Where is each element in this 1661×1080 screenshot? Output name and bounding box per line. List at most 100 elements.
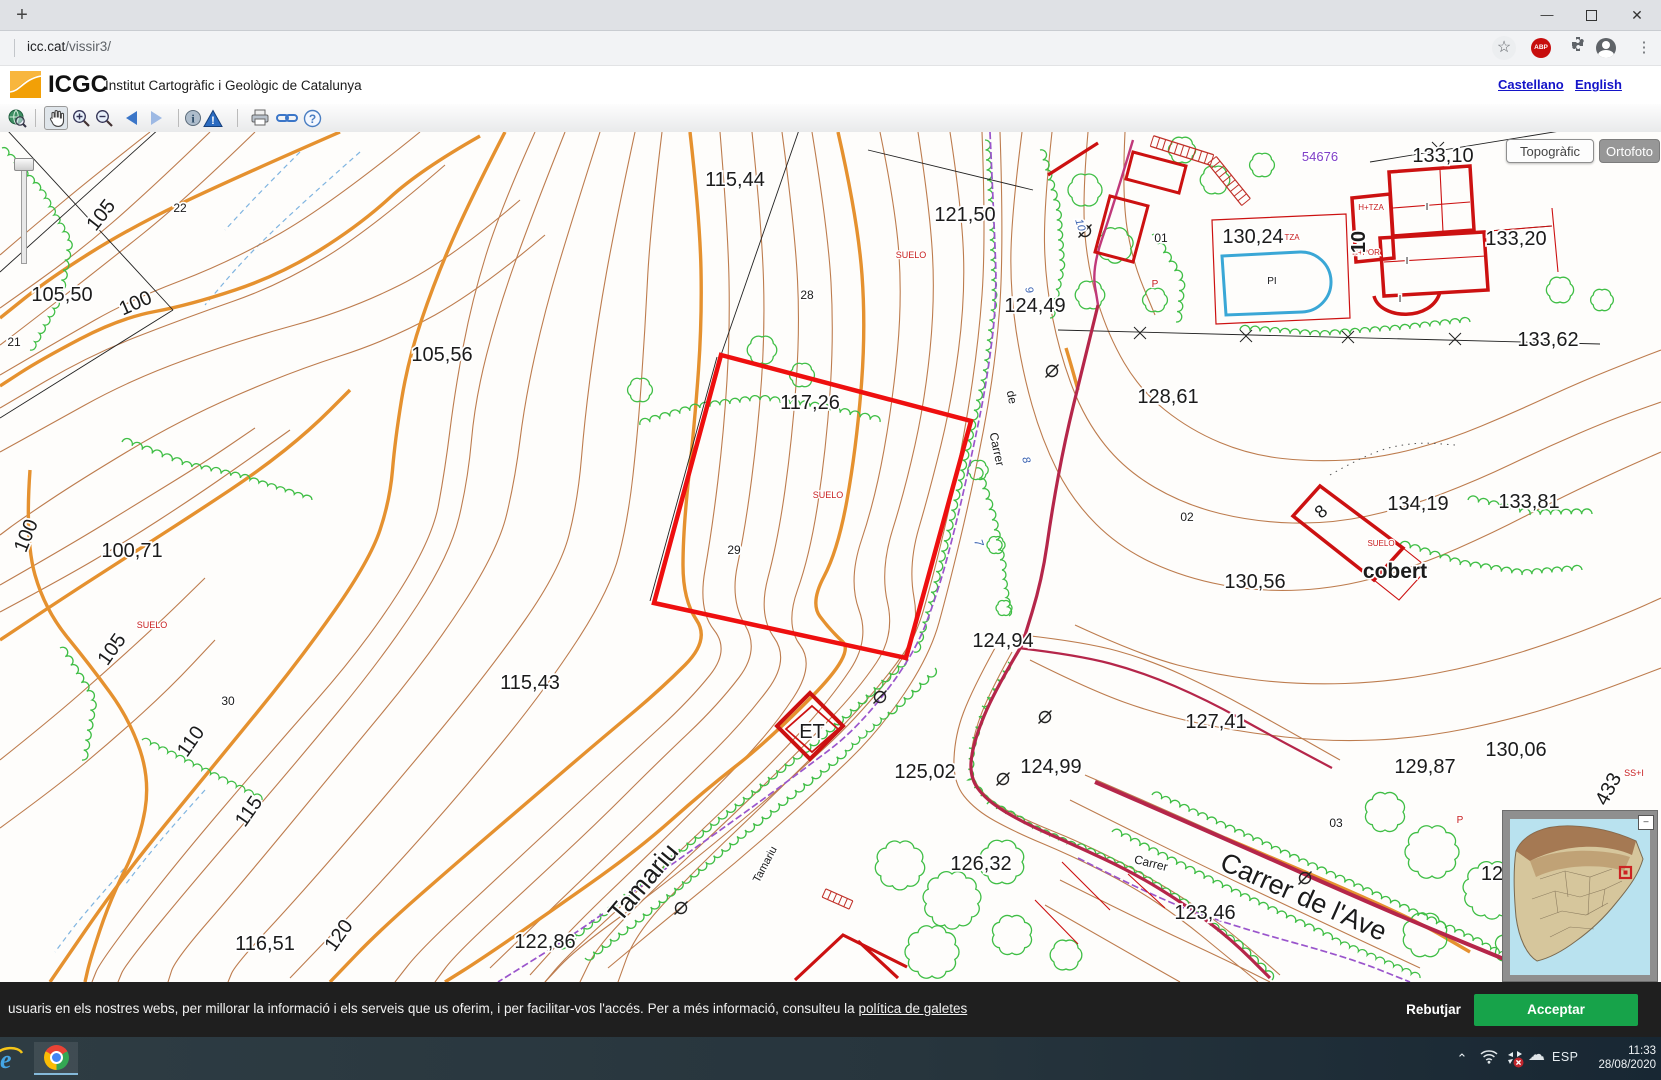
map-label: PI	[1267, 276, 1276, 287]
printer-icon	[250, 109, 270, 127]
extensions-icon[interactable]	[1566, 36, 1590, 60]
tray-sync-error-icon[interactable]	[1504, 1047, 1526, 1069]
map-label: 130,56	[1224, 571, 1285, 593]
map-label: 129,87	[1394, 756, 1455, 778]
map-label: 54676	[1302, 149, 1338, 164]
tray-onedrive-icon[interactable]: ☁	[1528, 1045, 1545, 1065]
map-label: Tamariu	[751, 845, 780, 885]
slider-track[interactable]	[21, 162, 27, 264]
layer-button-ortophoto[interactable]: Ortofoto	[1599, 139, 1660, 163]
bookmark-star-icon[interactable]: ☆	[1492, 36, 1516, 60]
toolbar-separator	[237, 109, 238, 127]
map-label: de	[1004, 389, 1021, 405]
cookie-policy-link[interactable]: política de galetes	[858, 1001, 967, 1016]
taskbar-chrome[interactable]	[34, 1042, 78, 1075]
map-label: 9	[1022, 285, 1035, 295]
map-label: I	[1406, 256, 1409, 267]
adblock-extension-icon[interactable]: ABP	[1531, 38, 1551, 58]
slider-handle[interactable]	[14, 158, 34, 171]
zoom-in-button[interactable]	[69, 106, 93, 130]
window-restore-button[interactable]	[1569, 0, 1613, 30]
topographic-map: 115,44121,50SUELO28124,4910522105,501002…	[0, 132, 1661, 982]
map-label: I	[1399, 294, 1402, 305]
next-view-button[interactable]	[144, 106, 168, 130]
map-label: 117,26	[780, 392, 840, 414]
map-label: 100	[10, 516, 43, 555]
map-label: 105,50	[31, 284, 92, 306]
cookie-reject-button[interactable]: Rebutjar	[1396, 996, 1471, 1024]
overview-minimap[interactable]: –	[1502, 810, 1658, 982]
url-text[interactable]: icc.cat/vissir3/	[27, 39, 111, 54]
layer-button-topographic[interactable]: Topogràfic	[1506, 139, 1594, 163]
map-label: 126,32	[950, 853, 1011, 875]
map-label: 130,06	[1485, 739, 1546, 761]
report-error-button[interactable]: !	[201, 106, 225, 130]
taskbar-internet-explorer[interactable]: e	[0, 1042, 30, 1075]
internet-explorer-icon: e	[0, 1043, 24, 1075]
zoom-in-icon	[71, 108, 91, 128]
window-close-button[interactable]: ✕	[1615, 0, 1659, 30]
windows-taskbar: e ⌃ ☁ ESP 11:33 28/08/2020	[0, 1037, 1661, 1080]
map-label: 122,86	[514, 931, 575, 953]
map-label: 28	[800, 288, 814, 302]
map-label: Carrer	[1133, 852, 1169, 874]
url-domain: icc.cat	[27, 39, 65, 54]
map-label: 133,10	[1412, 145, 1473, 167]
map-label: 133,20	[1485, 228, 1546, 250]
map-label: 130,24	[1222, 226, 1283, 248]
map-label: 124,94	[972, 630, 1033, 652]
help-button[interactable]: ?	[300, 106, 324, 130]
screen: + — ✕ icc.cat/vissir3/ ☆ ABP ⋮ ICGC Inst…	[0, 0, 1661, 1080]
map-label: 433	[1591, 769, 1626, 809]
svg-text:?: ?	[308, 111, 315, 125]
link-chain-icon	[276, 111, 298, 125]
tray-date: 28/08/2020	[1588, 1058, 1656, 1072]
forward-arrow-icon	[151, 111, 162, 125]
map-zoom-slider[interactable]	[14, 158, 32, 266]
browser-address-bar[interactable]: icc.cat/vissir3/ ☆ ABP ⋮	[0, 31, 1661, 66]
info-icon: i	[184, 108, 202, 128]
profile-avatar[interactable]	[1596, 38, 1616, 58]
map-label: 105,56	[411, 344, 472, 366]
brand-subtitle: Institut Cartogràfic i Geològic de Catal…	[105, 78, 362, 93]
minimap-catalonia	[1510, 819, 1650, 975]
map-label: 121,50	[934, 204, 995, 226]
tray-wifi-icon[interactable]	[1480, 1048, 1498, 1064]
tray-clock[interactable]: 11:33 28/08/2020	[1588, 1044, 1656, 1072]
minimap-collapse-button[interactable]: –	[1638, 815, 1654, 830]
window-minimize-button[interactable]: —	[1525, 0, 1569, 30]
print-button[interactable]	[248, 106, 272, 130]
map-label: 115,44	[705, 169, 765, 191]
map-label: cobert	[1363, 560, 1427, 583]
map-label: 134,19	[1387, 493, 1448, 515]
browser-menu-icon[interactable]: ⋮	[1632, 36, 1656, 60]
zoom-out-button[interactable]	[92, 106, 116, 130]
map-label: 100	[116, 287, 155, 321]
map-label: H+TZA	[1358, 203, 1384, 212]
new-tab-button[interactable]: +	[10, 3, 34, 27]
language-link-castellano[interactable]: Castellano	[1498, 77, 1564, 92]
map-label: SS+I	[1624, 768, 1644, 778]
map-label: 115,43	[500, 672, 560, 694]
cookie-message: usuaris en els nostres webs, per millora…	[8, 1001, 967, 1016]
tray-show-hidden-icons[interactable]: ⌃	[1452, 1049, 1472, 1069]
tray-language-indicator[interactable]: ESP	[1552, 1050, 1579, 1064]
cookie-accept-button[interactable]: Acceptar	[1474, 994, 1638, 1026]
back-arrow-icon	[126, 111, 137, 125]
toolbar-separator	[178, 109, 179, 127]
map-canvas[interactable]: 115,44121,50SUELO28124,4910522105,501002…	[0, 132, 1661, 982]
language-link-english[interactable]: English	[1575, 77, 1622, 92]
map-label: TZA	[1284, 233, 1300, 242]
map-labels: 115,44121,50SUELO28124,4910522105,501002…	[7, 145, 1644, 956]
pan-tool-button[interactable]	[44, 106, 68, 130]
address-bar-divider	[14, 39, 15, 57]
previous-view-button[interactable]	[119, 106, 143, 130]
map-label: 8	[1019, 455, 1033, 465]
overview-zoom-button[interactable]	[5, 106, 29, 130]
map-label: 8	[1311, 501, 1332, 523]
map-label: 125,02	[894, 761, 955, 783]
share-link-button[interactable]	[275, 106, 299, 130]
tray-time: 11:33	[1588, 1044, 1656, 1058]
chrome-icon	[44, 1045, 69, 1070]
browser-tab-strip: + — ✕	[0, 0, 1661, 31]
